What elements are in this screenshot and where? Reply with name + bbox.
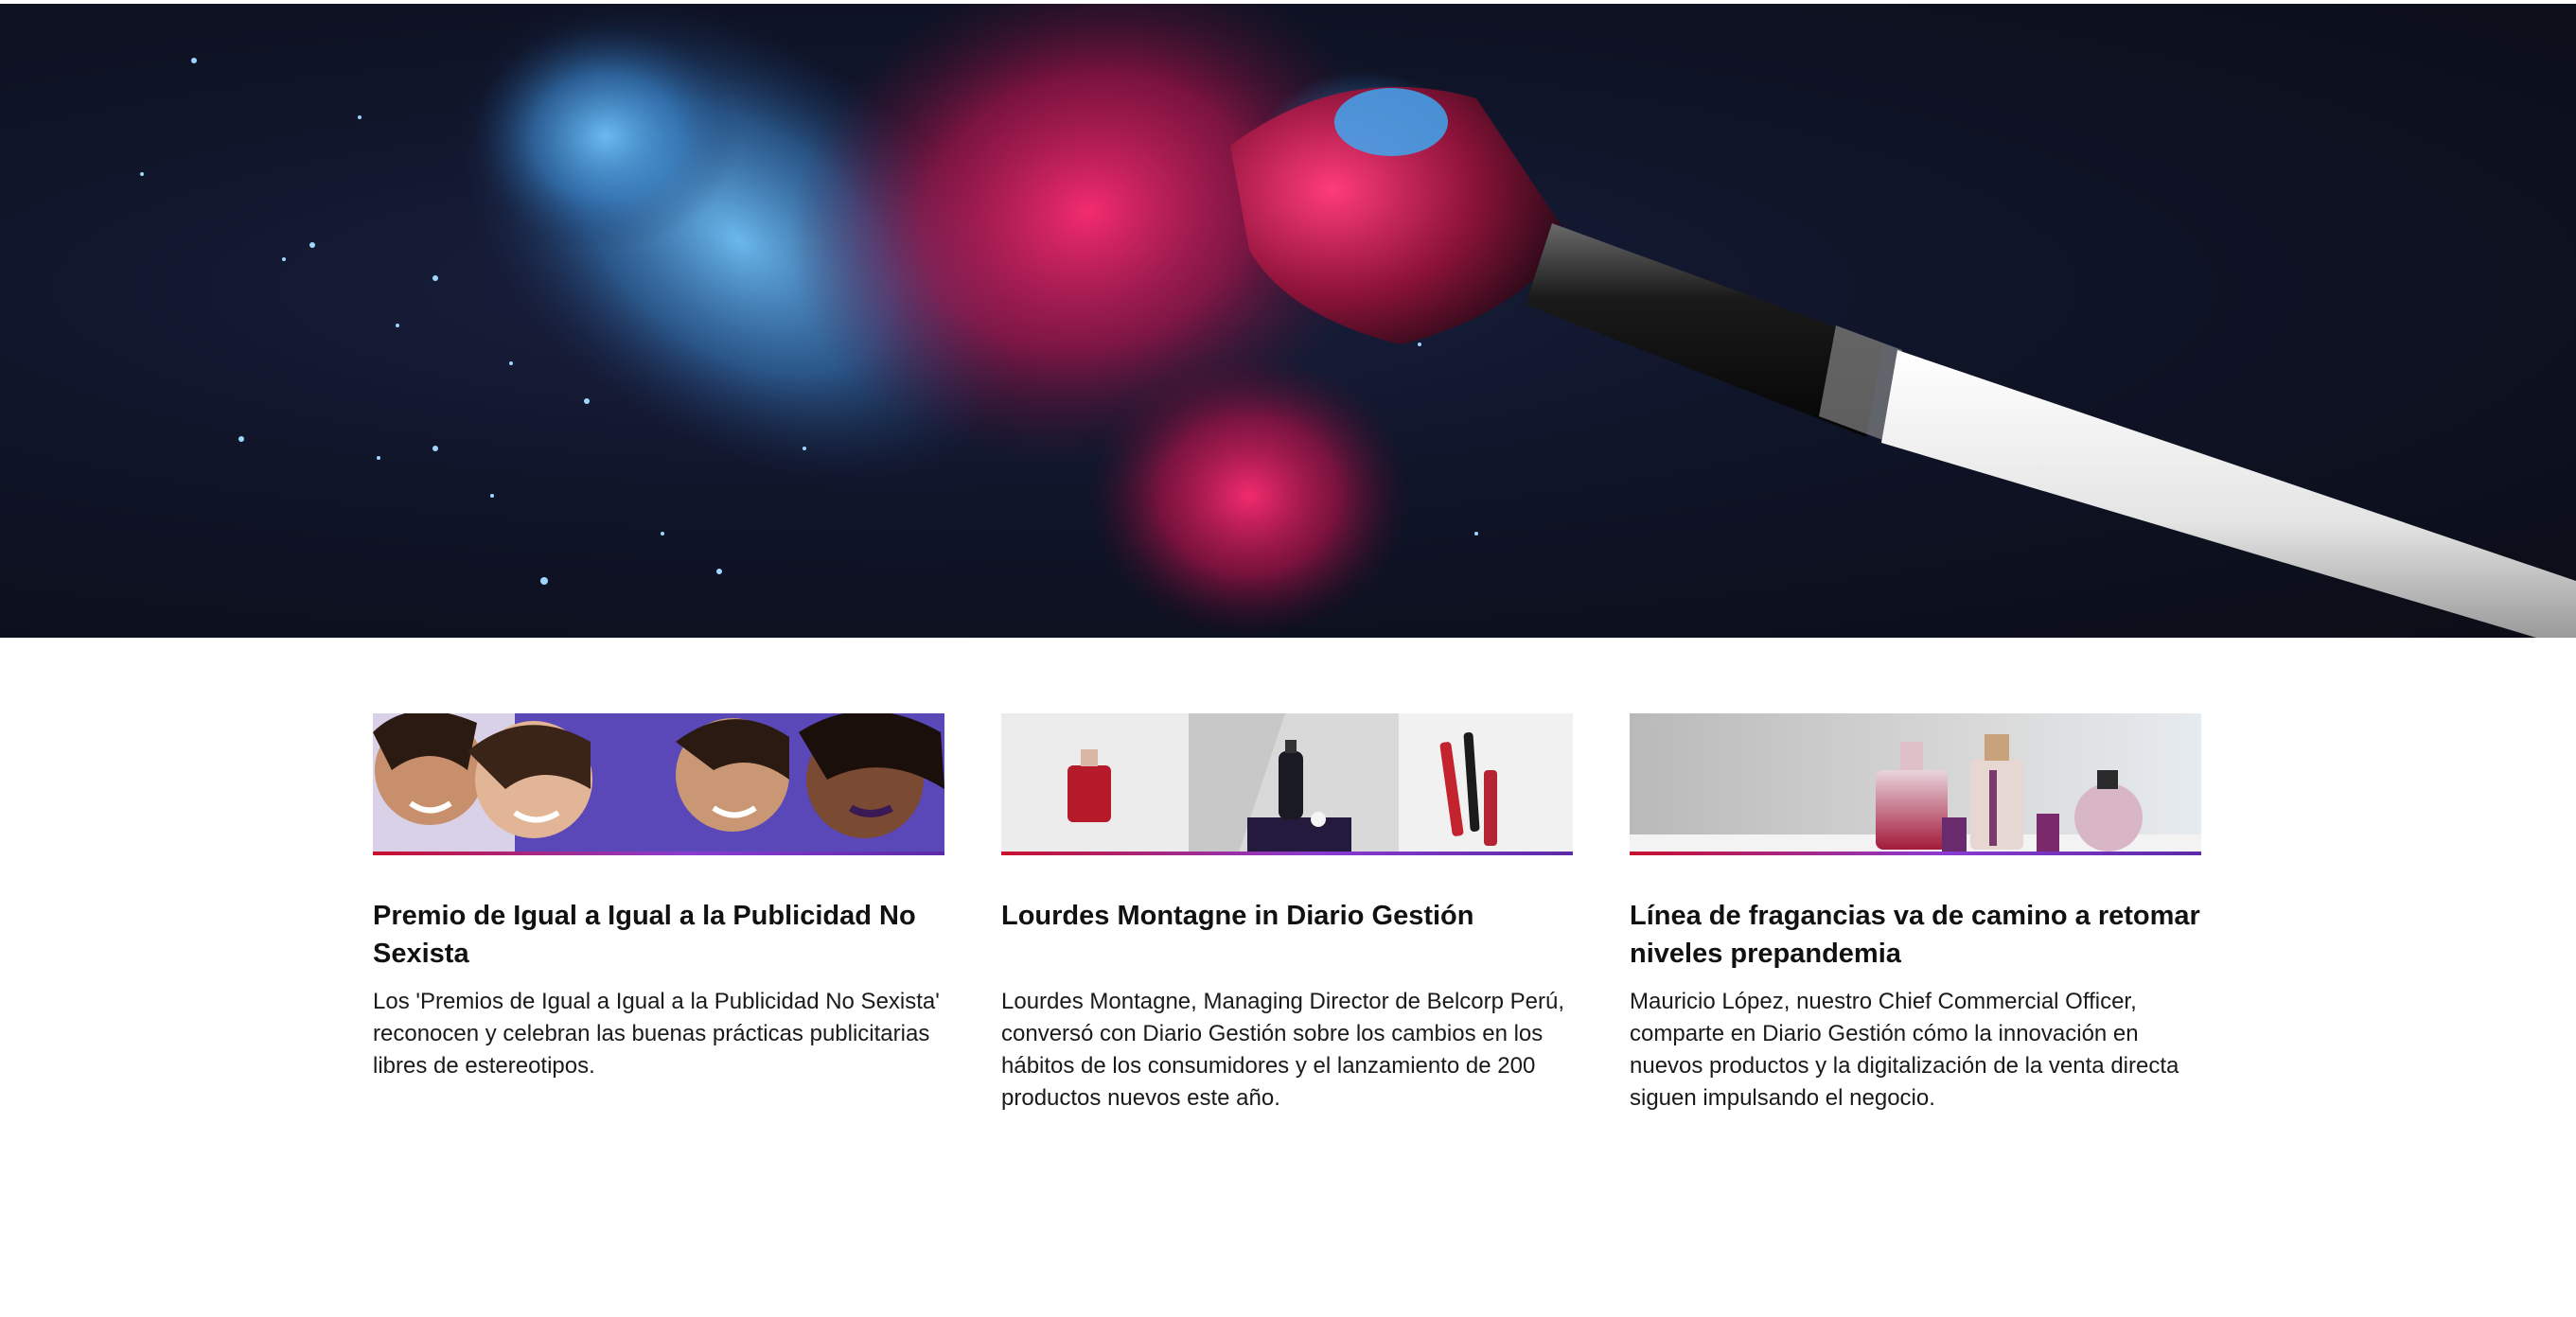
card-image-products[interactable] <box>1001 713 1573 855</box>
products-image <box>1001 713 1573 855</box>
news-card[interactable]: Línea de fragancias va de camino a retom… <box>1630 713 2201 1115</box>
card-description: Mauricio López, nuestro Chief Commercial… <box>1630 989 2179 1111</box>
card-image-women[interactable] <box>373 713 944 855</box>
brush-handle <box>1881 350 2576 638</box>
women-smiling-image <box>373 713 944 855</box>
card-title[interactable]: Lourdes Montagne in Diario Gestión <box>1001 897 1573 973</box>
news-card[interactable]: Premio de Igual a Igual a la Publicidad … <box>373 713 944 1082</box>
accent-bar <box>373 852 944 855</box>
accent-bar <box>1001 852 1573 855</box>
card-title[interactable]: Premio de Igual a Igual a la Publicidad … <box>373 897 944 973</box>
news-card[interactable]: Lourdes Montagne in Diario Gestión Lourd… <box>1001 713 1573 1115</box>
card-image-fragrances[interactable] <box>1630 713 2201 855</box>
news-cards: Premio de Igual a Igual a la Publicidad … <box>0 713 2576 1186</box>
fragrances-image <box>1630 713 2201 855</box>
hero-banner <box>0 4 2576 638</box>
accent-bar <box>1630 852 2201 855</box>
card-title[interactable]: Línea de fragancias va de camino a retom… <box>1630 897 2201 973</box>
card-description: Lourdes Montagne, Managing Director de B… <box>1001 989 1565 1111</box>
card-description: Los 'Premios de Igual a Igual a la Publi… <box>373 989 940 1079</box>
hero-image <box>140 4 2576 638</box>
